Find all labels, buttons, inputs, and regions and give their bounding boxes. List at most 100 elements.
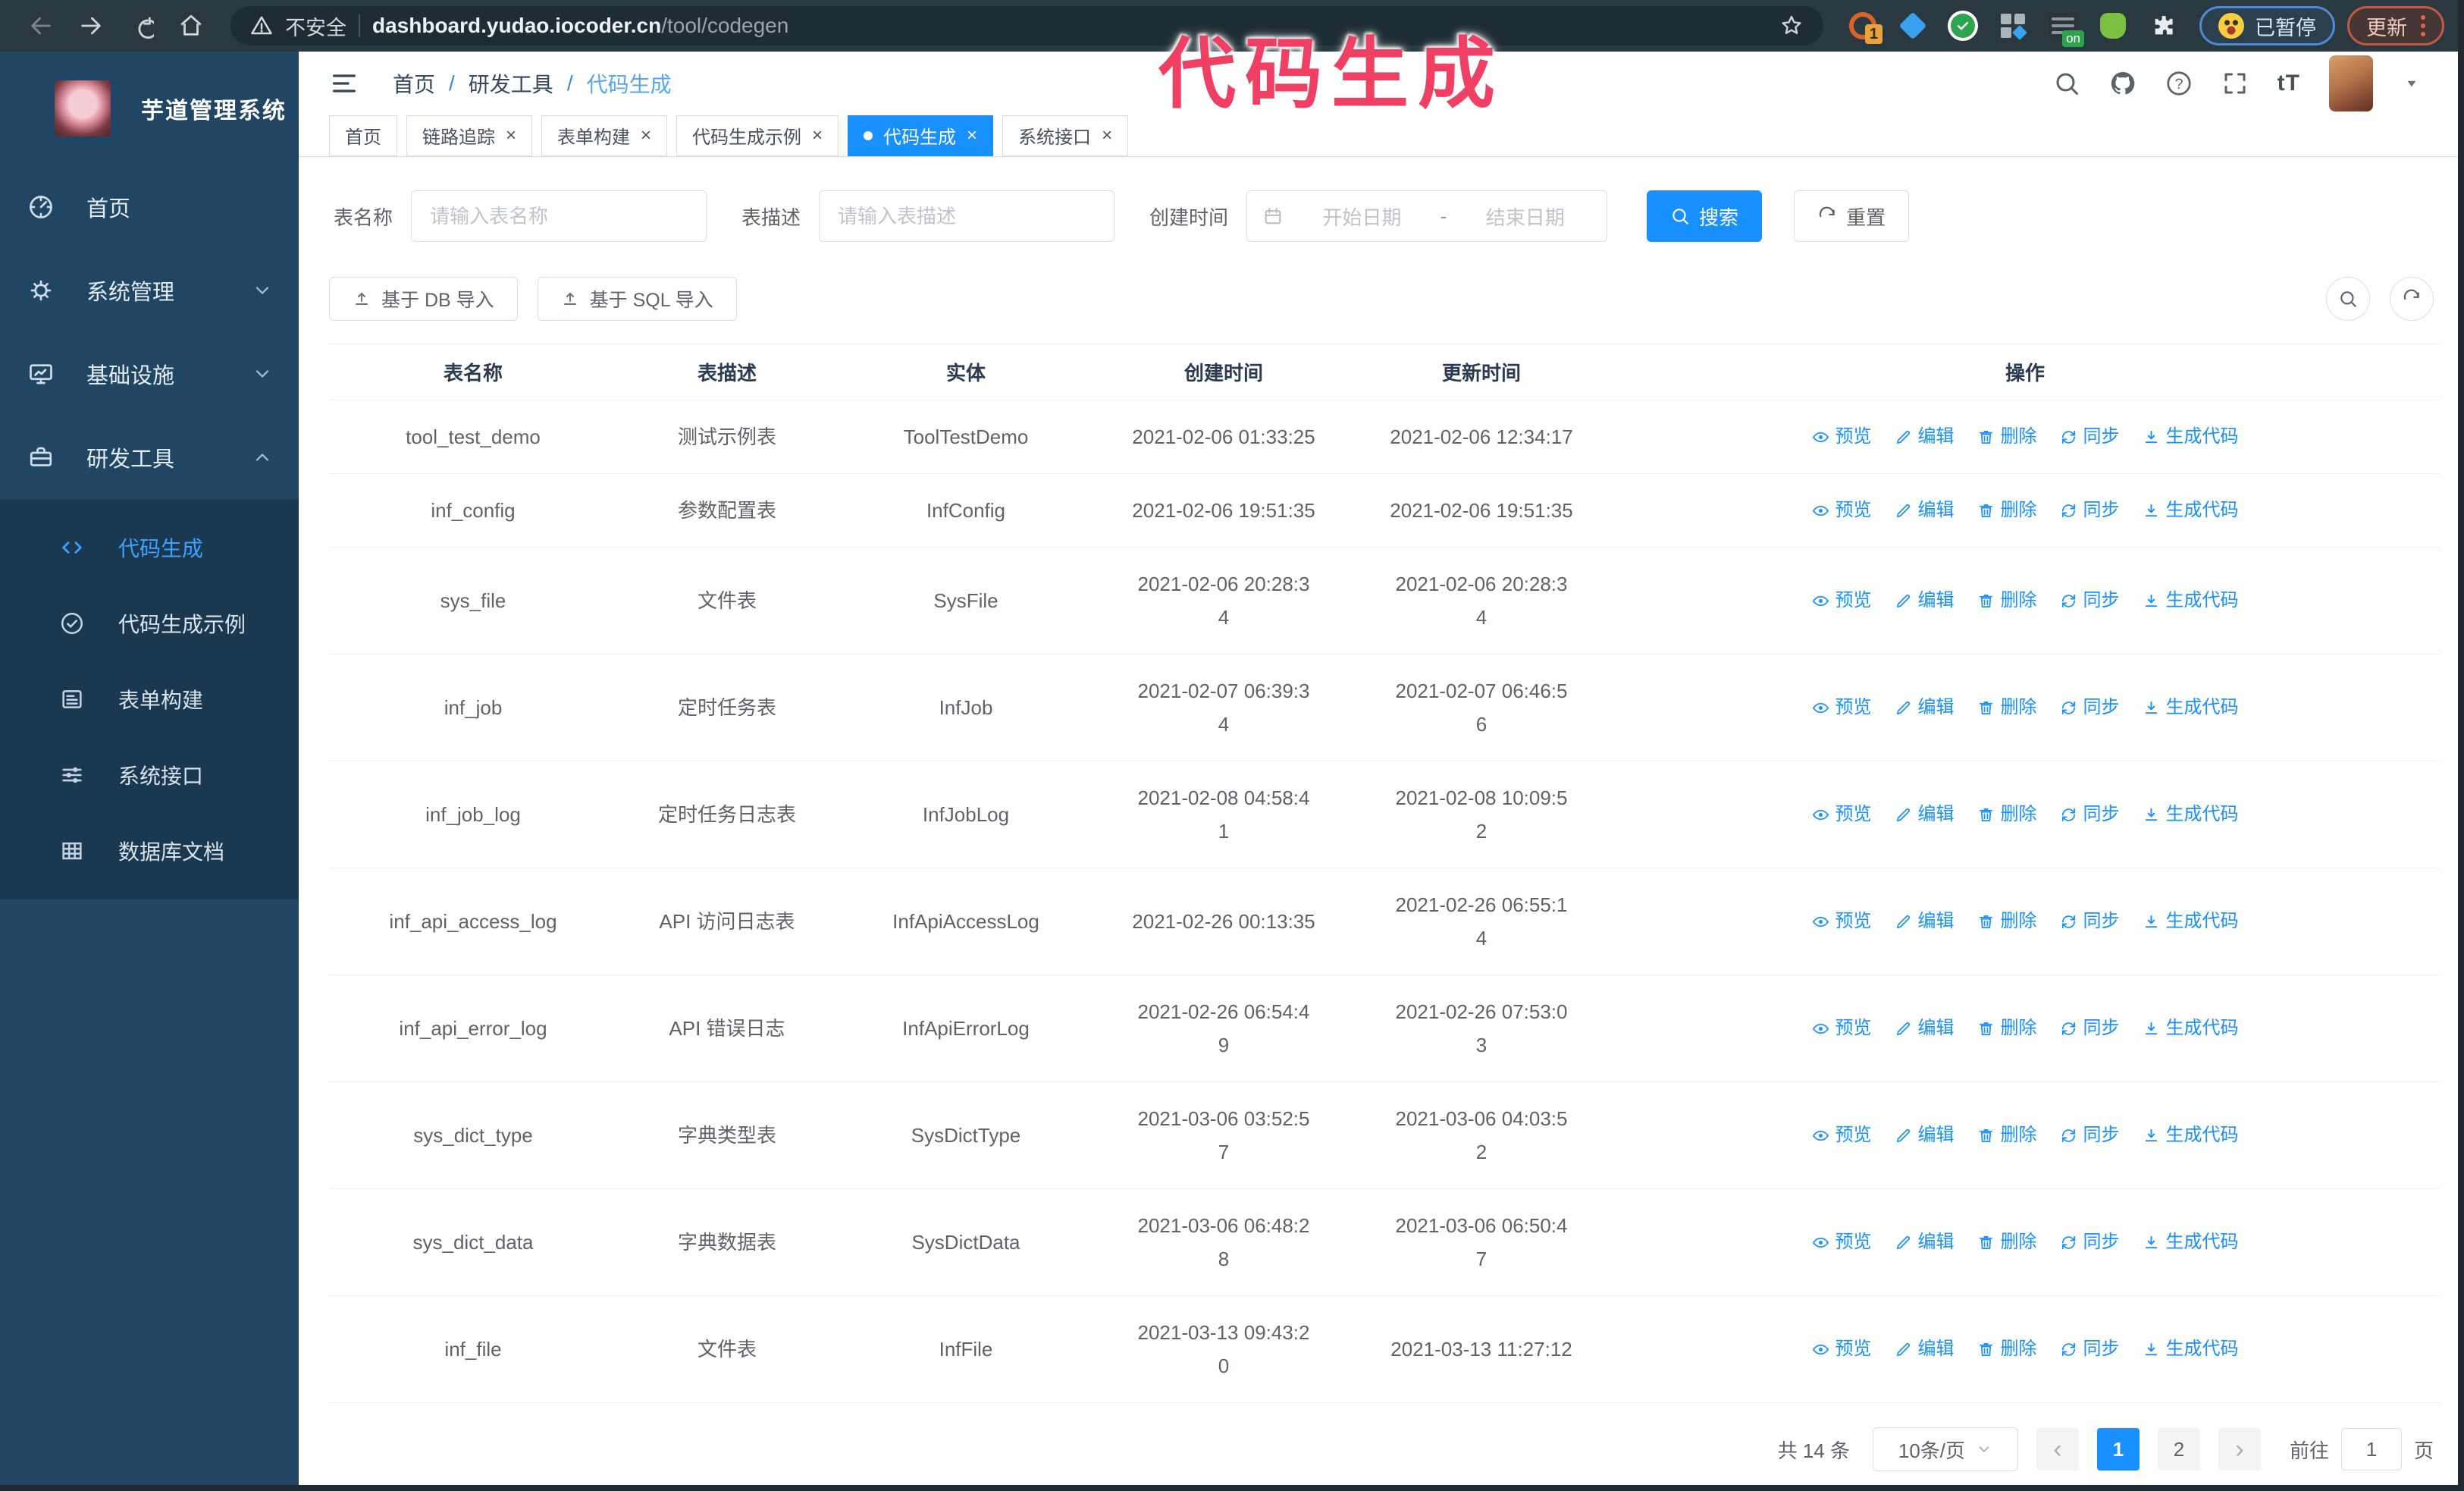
refresh-table-button[interactable] [2390, 277, 2434, 321]
action-delete[interactable]: 删除 [1977, 691, 2037, 724]
action-sync[interactable]: 同步 [2060, 1012, 2120, 1045]
import-sql-button[interactable]: 基于 SQL 导入 [537, 277, 737, 321]
address-bar[interactable]: 不安全 dashboard.yudao.iocoder.cn/tool/code… [230, 6, 1823, 46]
import-db-button[interactable]: 基于 DB 导入 [329, 277, 518, 321]
action-preview[interactable]: 预览 [1812, 420, 1872, 454]
search-button[interactable]: 搜索 [1647, 190, 1763, 242]
browser-reload-button[interactable] [120, 5, 162, 47]
action-generate[interactable]: 生成代码 [2143, 420, 2239, 454]
action-edit[interactable]: 编辑 [1895, 494, 1955, 527]
app-logo-row[interactable]: 芋道管理系统 [0, 52, 299, 165]
sidebar-item-infra[interactable]: 基础设施 [0, 332, 299, 416]
sidebar-subitem-codegen[interactable]: 代码生成 [0, 510, 299, 585]
sidebar-item-home[interactable]: 首页 [0, 165, 299, 249]
next-page-button[interactable]: › [2218, 1428, 2261, 1471]
tab-close-icon[interactable]: × [506, 126, 516, 145]
action-delete[interactable]: 删除 [1977, 584, 2037, 617]
reset-button[interactable]: 重置 [1794, 190, 1910, 242]
sidebar-subitem-system-api[interactable]: 系统接口 [0, 737, 299, 813]
sidebar-subitem-db-doc[interactable]: 数据库文档 [0, 813, 299, 889]
table-desc-input[interactable] [819, 190, 1115, 242]
action-preview[interactable]: 预览 [1812, 798, 1872, 831]
action-edit[interactable]: 编辑 [1895, 1119, 1955, 1152]
browser-update-button[interactable]: 更新 [2347, 6, 2444, 46]
puzzle-extensions-icon[interactable] [2148, 11, 2178, 41]
font-size-icon[interactable]: tT [2277, 71, 2300, 96]
avatar-caret-down-icon[interactable] [2402, 74, 2422, 93]
android-extension-icon[interactable] [2098, 11, 2128, 41]
action-generate[interactable]: 生成代码 [2143, 1012, 2239, 1045]
page-size-select[interactable]: 10条/页 [1872, 1427, 2018, 1471]
action-generate[interactable]: 生成代码 [2143, 905, 2239, 938]
action-preview[interactable]: 预览 [1812, 905, 1872, 938]
action-edit[interactable]: 编辑 [1895, 420, 1955, 454]
action-sync[interactable]: 同步 [2060, 798, 2120, 831]
action-edit[interactable]: 编辑 [1895, 1012, 1955, 1045]
action-delete[interactable]: 删除 [1977, 1119, 2037, 1152]
action-sync[interactable]: 同步 [2060, 494, 2120, 527]
tab-链路追踪[interactable]: 链路追踪 × [406, 115, 533, 156]
adblock-extension-icon[interactable]: 1 [1848, 11, 1882, 44]
browser-home-button[interactable] [170, 5, 212, 47]
action-preview[interactable]: 预览 [1812, 1332, 1872, 1366]
tab-系统接口[interactable]: 系统接口 × [1002, 115, 1129, 156]
action-preview[interactable]: 预览 [1812, 1012, 1872, 1045]
goto-page-input[interactable] [2340, 1428, 2402, 1471]
action-generate[interactable]: 生成代码 [2143, 798, 2239, 831]
action-sync[interactable]: 同步 [2060, 584, 2120, 617]
page-button-2[interactable]: 2 [2157, 1428, 2200, 1471]
tab-close-icon[interactable]: × [641, 126, 651, 145]
browser-menu-icon[interactable] [2421, 15, 2425, 36]
action-generate[interactable]: 生成代码 [2143, 1119, 2239, 1152]
action-edit[interactable]: 编辑 [1895, 1332, 1955, 1366]
action-delete[interactable]: 删除 [1977, 1012, 2037, 1045]
toggle-search-button[interactable] [2326, 277, 2370, 321]
sidebar-item-devtools[interactable]: 研发工具 [0, 416, 299, 499]
tab-代码生成[interactable]: 代码生成 × [848, 115, 994, 156]
action-delete[interactable]: 删除 [1977, 798, 2037, 831]
paused-badge[interactable]: 已暂停 [2199, 6, 2335, 46]
breadcrumb-item[interactable]: 首页 [393, 68, 435, 99]
action-delete[interactable]: 删除 [1977, 1332, 2037, 1366]
action-edit[interactable]: 编辑 [1895, 798, 1955, 831]
action-preview[interactable]: 预览 [1812, 494, 1872, 527]
tab-close-icon[interactable]: × [1102, 126, 1112, 145]
page-button-1[interactable]: 1 [2096, 1428, 2140, 1471]
prev-page-button[interactable]: ‹ [2036, 1428, 2079, 1471]
action-sync[interactable]: 同步 [2060, 1119, 2120, 1152]
browser-back-button[interactable] [20, 5, 62, 47]
action-sync[interactable]: 同步 [2060, 1226, 2120, 1259]
action-generate[interactable]: 生成代码 [2143, 1332, 2239, 1366]
fullscreen-icon[interactable] [2221, 70, 2249, 97]
gem-extension-icon[interactable] [1898, 11, 1928, 41]
bookmark-star-icon[interactable] [1779, 14, 1804, 38]
action-preview[interactable]: 预览 [1812, 584, 1872, 617]
help-icon[interactable] [2165, 70, 2193, 97]
action-delete[interactable]: 删除 [1977, 1226, 2037, 1259]
date-range-picker[interactable]: 开始日期 - 结束日期 [1246, 190, 1608, 242]
action-generate[interactable]: 生成代码 [2143, 584, 2239, 617]
tab-close-icon[interactable]: × [967, 126, 977, 145]
breadcrumb-item[interactable]: 代码生成 [587, 68, 672, 99]
tab-close-icon[interactable]: × [812, 126, 823, 145]
action-sync[interactable]: 同步 [2060, 905, 2120, 938]
action-generate[interactable]: 生成代码 [2143, 494, 2239, 527]
sidebar-item-system[interactable]: 系统管理 [0, 249, 299, 332]
sidebar-subitem-codegen-example[interactable]: 代码生成示例 [0, 585, 299, 661]
action-preview[interactable]: 预览 [1812, 1226, 1872, 1259]
sidebar-subitem-form-builder[interactable]: 表单构建 [0, 661, 299, 737]
search-icon[interactable] [2053, 70, 2080, 97]
action-sync[interactable]: 同步 [2060, 420, 2120, 454]
browser-forward-button[interactable] [70, 5, 112, 47]
action-generate[interactable]: 生成代码 [2143, 691, 2239, 724]
tab-表单构建[interactable]: 表单构建 × [541, 115, 668, 156]
action-preview[interactable]: 预览 [1812, 691, 1872, 724]
action-edit[interactable]: 编辑 [1895, 691, 1955, 724]
action-preview[interactable]: 预览 [1812, 1119, 1872, 1152]
action-delete[interactable]: 删除 [1977, 494, 2037, 527]
action-edit[interactable]: 编辑 [1895, 905, 1955, 938]
action-edit[interactable]: 编辑 [1895, 1226, 1955, 1259]
check-extension-icon[interactable] [1948, 11, 1978, 41]
table-name-input[interactable] [411, 190, 707, 242]
action-delete[interactable]: 删除 [1977, 420, 2037, 454]
